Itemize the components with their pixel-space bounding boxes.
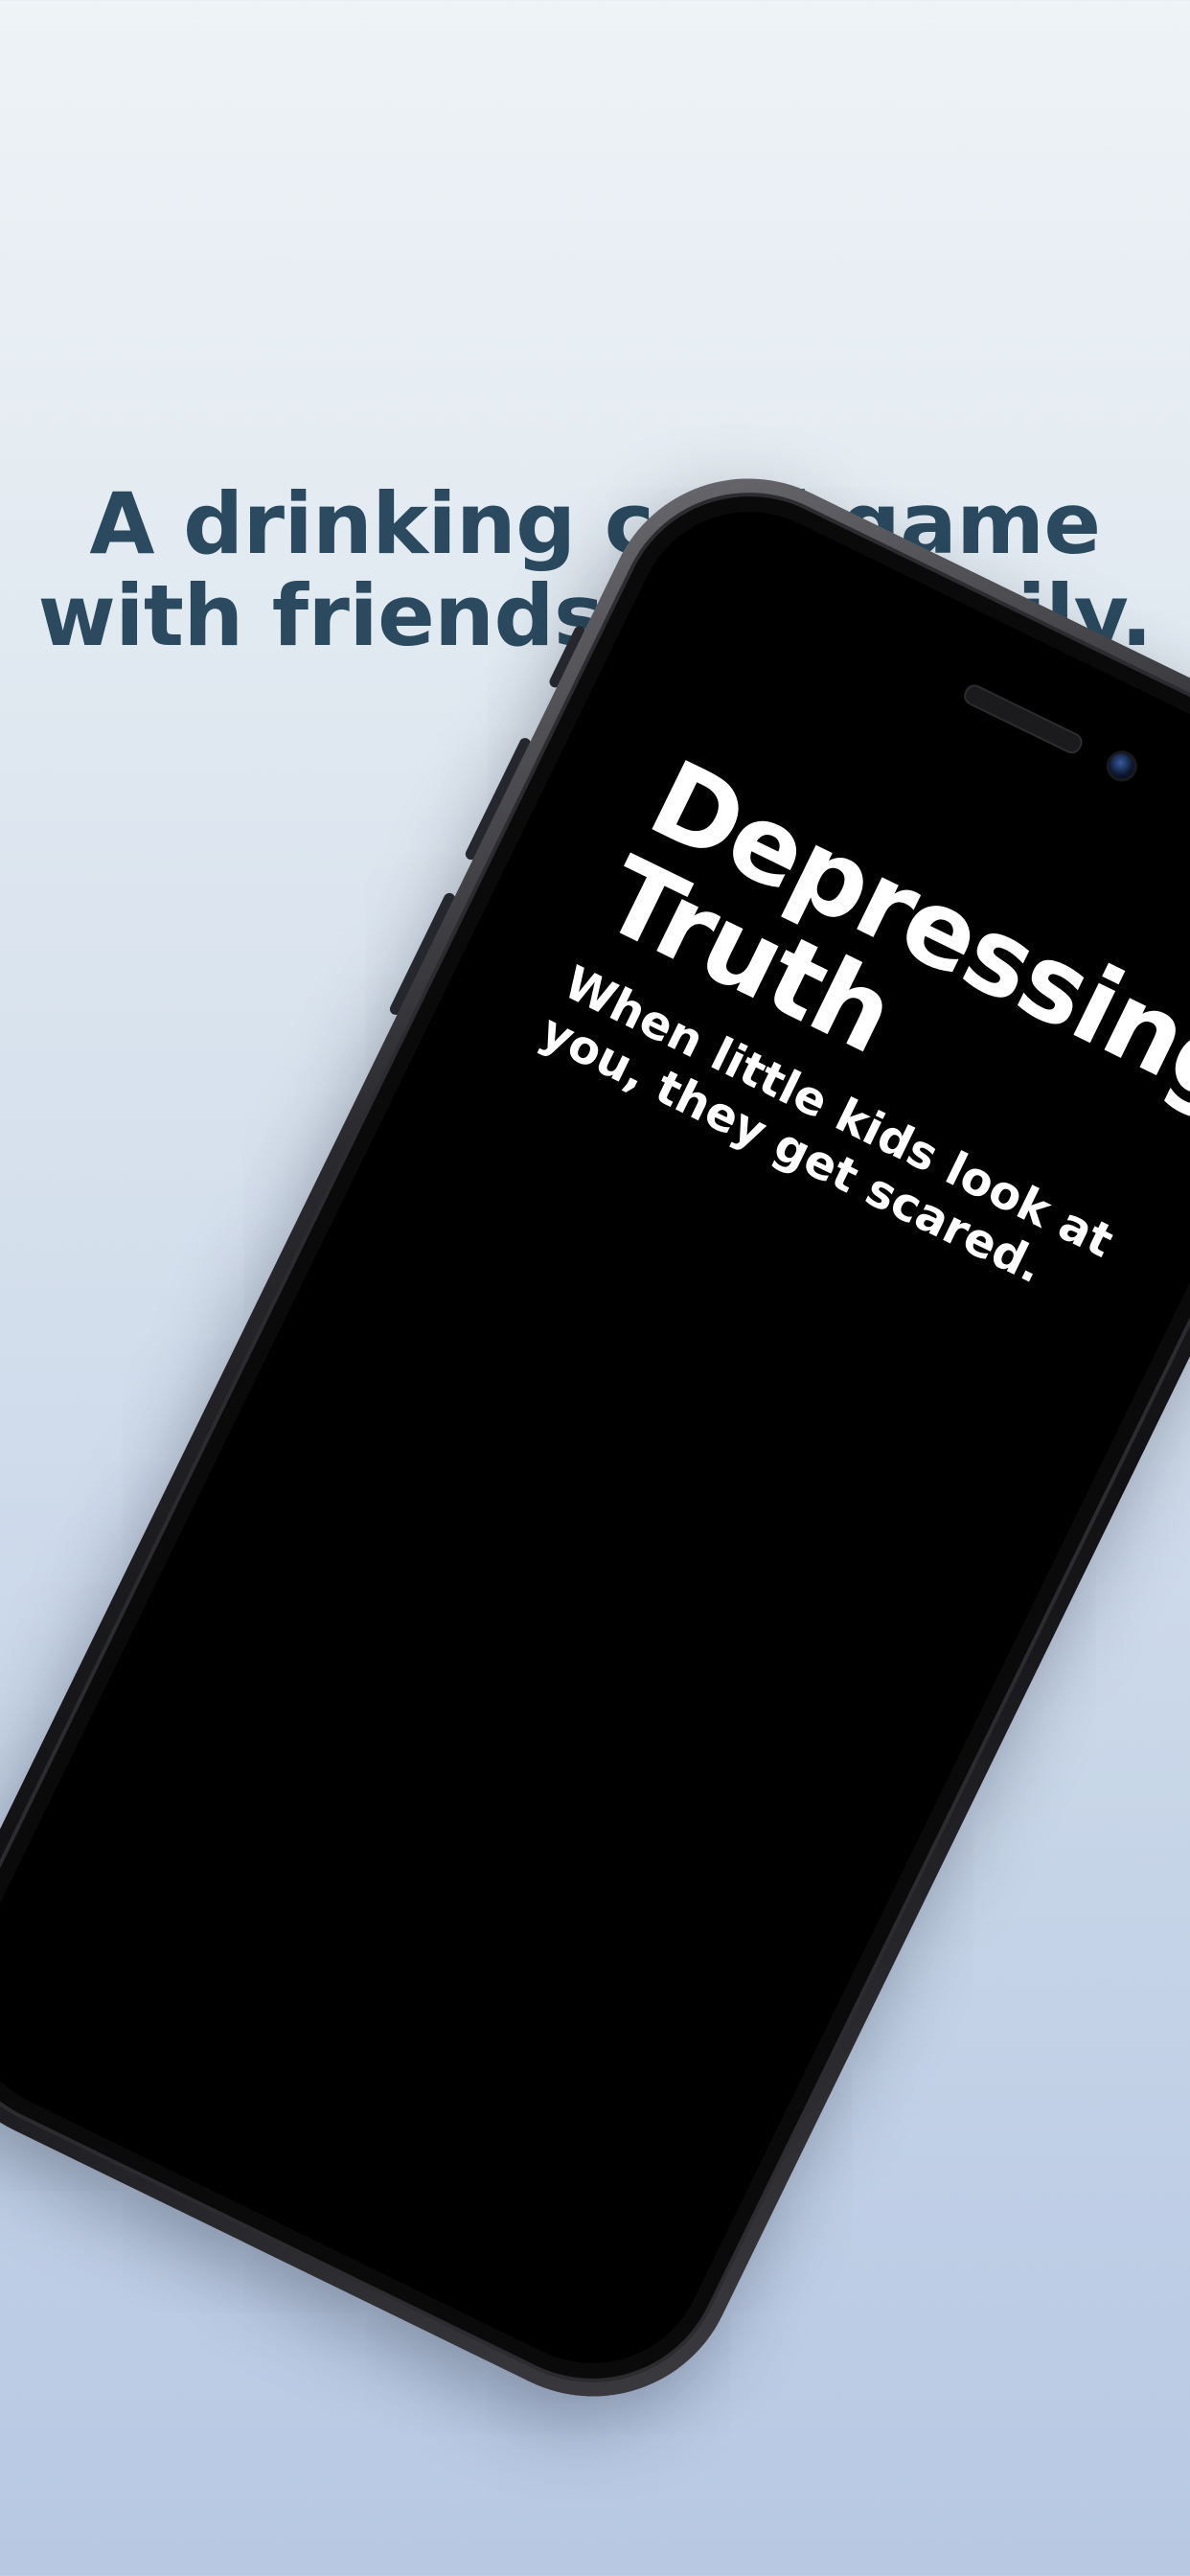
phone-screen: Depressing Truth When little kids look a… <box>0 473 1190 2402</box>
phone-mockup: Depressing Truth When little kids look a… <box>0 429 1190 2446</box>
headline-line-1: A drinking card game <box>89 473 1101 573</box>
front-camera-icon <box>1101 746 1143 787</box>
earpiece-speaker-icon <box>960 681 1086 757</box>
game-card[interactable]: Depressing Truth When little kids look a… <box>533 737 1190 1354</box>
